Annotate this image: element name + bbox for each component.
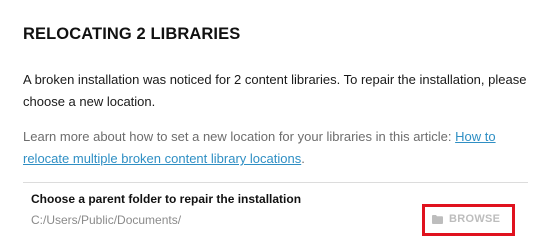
browse-label: BROWSE: [449, 213, 501, 225]
browse-button[interactable]: BROWSE: [432, 213, 500, 225]
divider: [23, 182, 528, 183]
learn-more-text: Learn more about how to set a new locati…: [23, 126, 528, 170]
folder-picker-label: Choose a parent folder to repair the ins…: [31, 192, 302, 206]
folder-path: C:/Users/Public/Documents/: [31, 213, 182, 227]
folder-icon: [432, 214, 443, 224]
dialog-title: RELOCATING 2 LIBRARIES: [23, 25, 241, 43]
dialog-message: A broken installation was noticed for 2 …: [23, 72, 527, 109]
learn-more-suffix: .: [301, 151, 305, 166]
learn-more-prefix: Learn more about how to set a new locati…: [23, 129, 456, 144]
